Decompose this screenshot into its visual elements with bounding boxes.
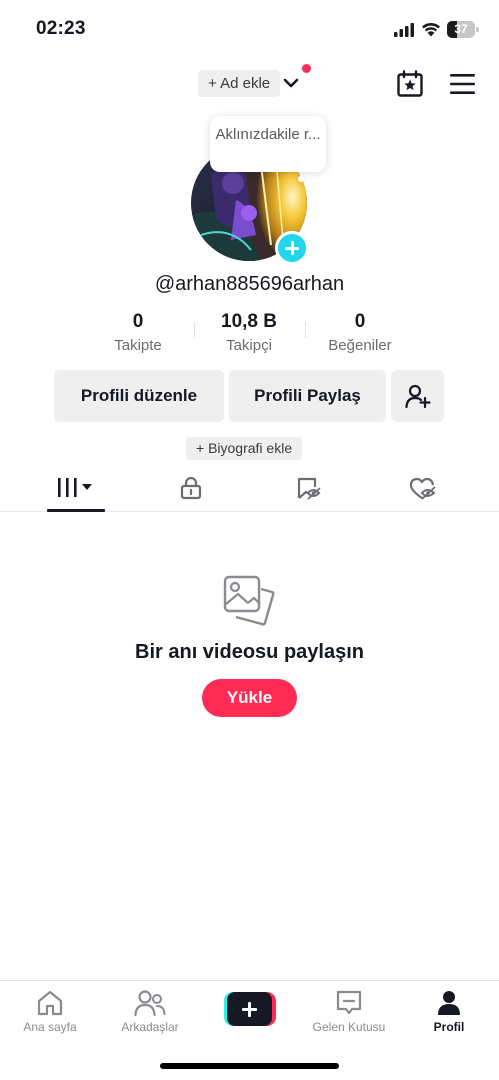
nav-friends-label: Arkadaşlar	[121, 1020, 179, 1034]
active-tab-indicator	[47, 509, 105, 512]
tab-tagged[interactable]	[274, 466, 344, 512]
tab-videos[interactable]	[41, 466, 111, 512]
stat-likes-value: 0	[354, 311, 366, 332]
bubble-tail	[298, 176, 304, 182]
add-bio-button[interactable]: + Biyografi ekle	[186, 437, 303, 460]
edit-profile-button[interactable]: Profili düzenle	[54, 370, 224, 422]
battery-icon: 37	[447, 21, 479, 38]
status-bar: 02:23 37	[0, 0, 499, 60]
profile-icon	[438, 991, 460, 1015]
tab-liked[interactable]	[388, 466, 458, 512]
add-user-icon	[405, 384, 431, 409]
home-indicator	[160, 1063, 339, 1069]
notification-dot	[302, 64, 311, 73]
nav-home-label: Ana sayfa	[23, 1020, 77, 1034]
add-story-button[interactable]	[275, 231, 309, 265]
inbox-icon	[336, 990, 362, 1015]
liked-icon	[409, 477, 436, 500]
nav-home[interactable]: Ana sayfa	[0, 981, 100, 1041]
empty-state-title: Bir anı videosu paylaşın	[135, 641, 364, 663]
status-time: 02:23	[36, 18, 86, 39]
wifi-icon	[422, 22, 440, 37]
lock-icon	[180, 476, 202, 500]
battery-level: 37	[454, 22, 468, 36]
stat-likes[interactable]: 0 Beğeniler	[300, 310, 420, 355]
note-bubble[interactable]: Aklınızdakile r...	[210, 116, 326, 172]
signal-icon	[394, 23, 414, 37]
menu-icon[interactable]	[450, 73, 475, 95]
stat-following-label: Takipte	[114, 337, 162, 354]
photos-empty-icon	[223, 575, 275, 626]
nav-profile[interactable]: Profil	[399, 981, 499, 1041]
add-name-button[interactable]: + Ad ekle	[198, 70, 281, 97]
chevron-down-icon[interactable]	[282, 75, 300, 91]
upload-button[interactable]: Yükle	[202, 679, 297, 717]
nav-friends[interactable]: Arkadaşlar	[100, 981, 200, 1041]
nav-profile-label: Profil	[433, 1020, 465, 1034]
stat-following[interactable]: 0 Takipte	[78, 310, 198, 355]
tab-private[interactable]	[156, 466, 226, 512]
stat-following-value: 0	[132, 311, 144, 332]
videos-grid-icon	[58, 478, 92, 497]
stat-followers-value: 10,8 B	[221, 311, 277, 332]
nav-inbox[interactable]: Gelen Kutusu	[299, 981, 399, 1041]
home-icon	[37, 990, 63, 1016]
nav-inbox-label: Gelen Kutusu	[312, 1020, 386, 1034]
profile-tabs	[0, 466, 499, 512]
add-friend-button[interactable]	[391, 370, 444, 422]
stat-followers[interactable]: 10,8 B Takipçi	[189, 310, 309, 355]
stat-followers-label: Takipçi	[226, 337, 272, 354]
create-plus-icon[interactable]	[224, 992, 276, 1026]
username: @arhan885696arhan	[154, 273, 345, 295]
tagged-icon	[297, 477, 321, 500]
calendar-star-icon[interactable]	[396, 70, 424, 98]
stat-likes-label: Beğeniler	[328, 337, 392, 354]
share-profile-button[interactable]: Profili Paylaş	[229, 370, 386, 422]
friends-icon	[134, 990, 166, 1017]
